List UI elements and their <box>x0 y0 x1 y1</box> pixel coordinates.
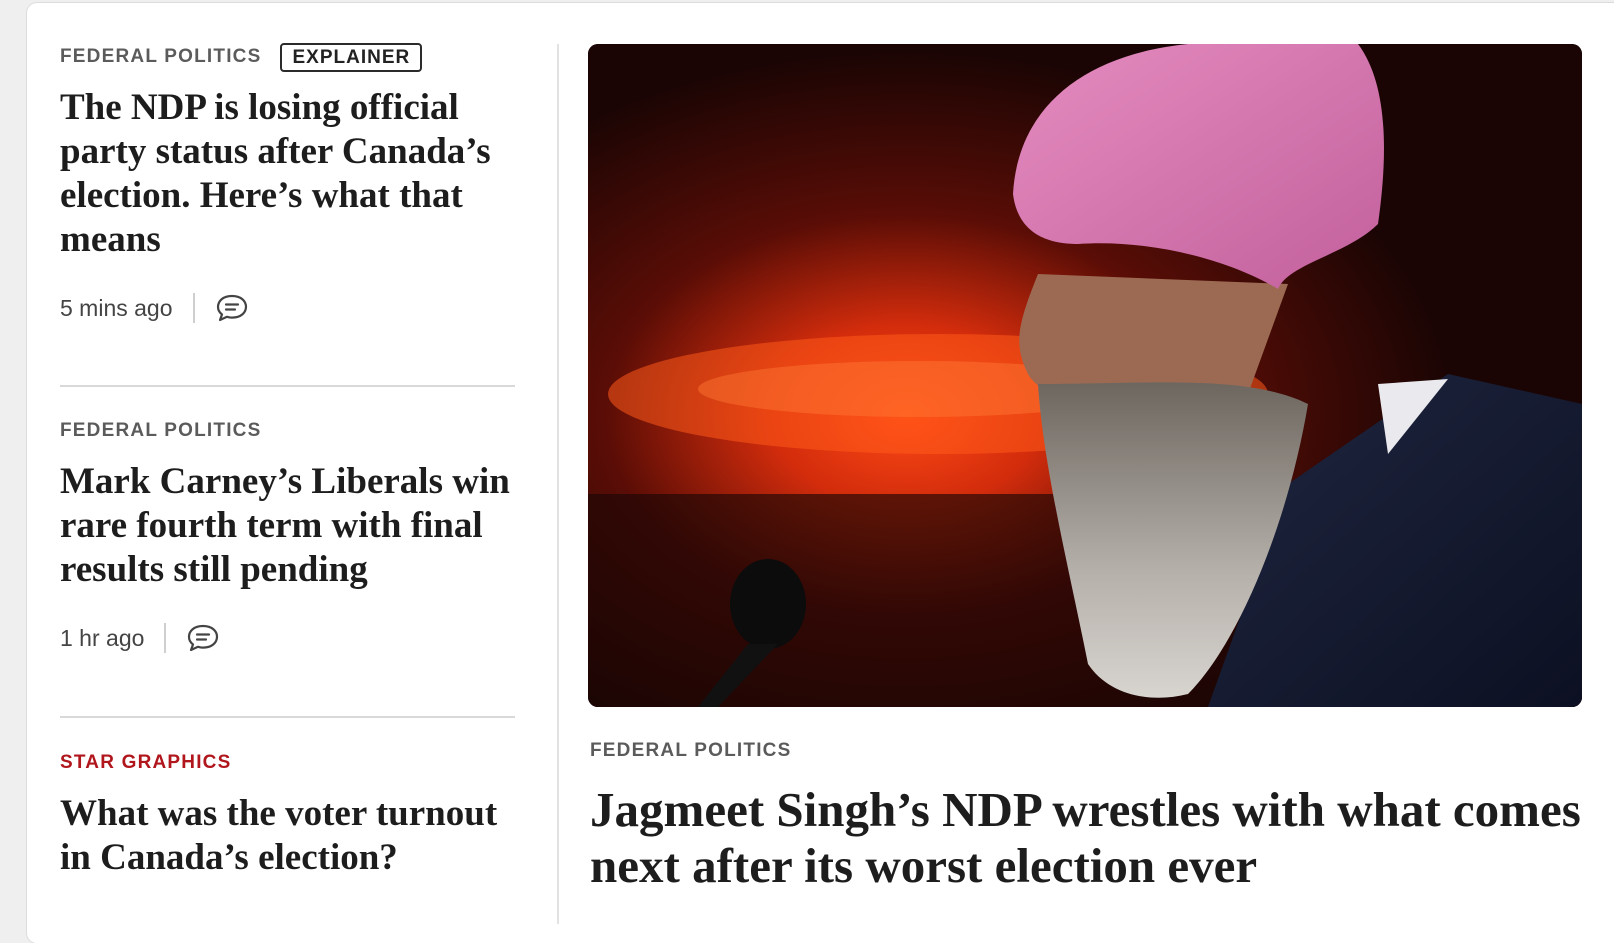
comment-icon[interactable] <box>215 293 249 323</box>
meta-divider <box>164 623 167 653</box>
lead-story-photo[interactable] <box>588 44 1582 707</box>
story-kicker-row: FEDERAL POLITICS <box>590 734 1590 768</box>
section-kicker[interactable]: FEDERAL POLITICS <box>60 46 261 68</box>
meta-divider <box>192 293 195 323</box>
story-headline[interactable]: Mark Carney’s Liberals win rare fourth t… <box>60 460 530 592</box>
lead-story[interactable]: FEDERAL POLITICS Jagmeet Singh’s NDP wre… <box>590 734 1590 894</box>
story-kicker-row: STAR GRAPHICS <box>60 746 530 780</box>
column-divider <box>557 44 559 924</box>
story-kicker-row: FEDERAL POLITICS <box>60 414 530 448</box>
story-divider <box>60 385 515 387</box>
story-meta: 5 mins ago <box>60 288 530 328</box>
timestamp: 1 hr ago <box>60 624 145 651</box>
story-headline[interactable]: The NDP is losing official party status … <box>60 86 530 262</box>
story-card-3[interactable]: STAR GRAPHICS What was the voter turnout… <box>60 746 530 880</box>
story-divider <box>60 716 515 718</box>
story-kicker-row: FEDERAL POLITICS EXPLAINER <box>60 40 530 74</box>
section-kicker[interactable]: FEDERAL POLITICS <box>60 420 261 442</box>
explainer-badge: EXPLAINER <box>280 42 423 72</box>
story-headline[interactable]: What was the voter turnout in Canada’s e… <box>60 792 530 880</box>
section-kicker[interactable]: FEDERAL POLITICS <box>590 740 791 762</box>
photo-illustration <box>588 44 1582 707</box>
story-card-2[interactable]: FEDERAL POLITICS Mark Carney’s Liberals … <box>60 414 530 658</box>
story-meta: 1 hr ago <box>60 618 530 658</box>
lead-story-headline[interactable]: Jagmeet Singh’s NDP wrestles with what c… <box>590 782 1590 894</box>
comment-icon[interactable] <box>186 623 220 653</box>
story-card-1[interactable]: FEDERAL POLITICS EXPLAINER The NDP is lo… <box>60 40 530 328</box>
timestamp: 5 mins ago <box>60 294 173 321</box>
section-kicker[interactable]: STAR GRAPHICS <box>60 752 231 774</box>
